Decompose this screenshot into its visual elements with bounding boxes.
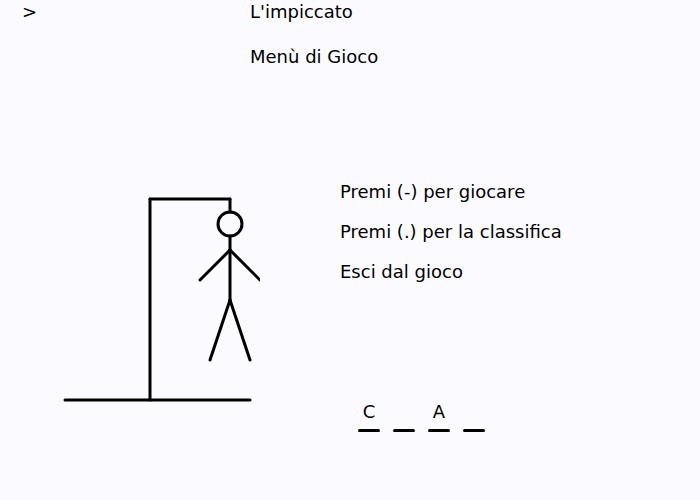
menu-item[interactable]: Premi (.) per la classifica bbox=[340, 212, 700, 252]
menu: Premi (-) per giocarePremi (.) per la cl… bbox=[340, 172, 700, 292]
header: >L'impiccato Menù di Gioco bbox=[0, 0, 700, 69]
menu-column: Premi (-) per giocarePremi (.) per la cl… bbox=[340, 172, 700, 432]
blank bbox=[428, 429, 450, 432]
gallows-pole bbox=[149, 199, 152, 400]
main: Premi (-) per giocarePremi (.) per la cl… bbox=[0, 172, 700, 432]
letter-slot: C bbox=[358, 400, 380, 432]
letter: A bbox=[433, 400, 445, 424]
subtitle: Menù di Gioco bbox=[250, 45, 700, 69]
right-arm bbox=[230, 250, 260, 280]
blank bbox=[463, 429, 485, 432]
letter-slot bbox=[393, 400, 415, 432]
title-block: L'impiccato Menù di Gioco bbox=[250, 0, 700, 69]
menu-item[interactable]: Premi (-) per giocare bbox=[340, 172, 700, 212]
game-screen: >L'impiccato Menù di Gioco Premi (-) per g… bbox=[0, 0, 700, 500]
menu-item[interactable]: Esci dal gioco bbox=[340, 252, 700, 292]
word: CA bbox=[358, 400, 700, 432]
title: L'impiccato bbox=[250, 0, 700, 24]
gallows-beam bbox=[150, 198, 230, 201]
gallows-rope bbox=[229, 199, 232, 212]
left-leg bbox=[210, 300, 230, 360]
gallows-base bbox=[65, 399, 250, 402]
head bbox=[218, 212, 242, 236]
letter-slot: A bbox=[428, 400, 450, 432]
letter-slot bbox=[463, 400, 485, 432]
cursor: > bbox=[0, 0, 250, 69]
left-arm bbox=[200, 250, 230, 280]
right-leg bbox=[230, 300, 250, 360]
hangman-icon bbox=[60, 195, 260, 410]
letter: C bbox=[363, 400, 376, 424]
blank bbox=[358, 429, 380, 432]
blank bbox=[393, 429, 415, 432]
body bbox=[229, 236, 232, 300]
